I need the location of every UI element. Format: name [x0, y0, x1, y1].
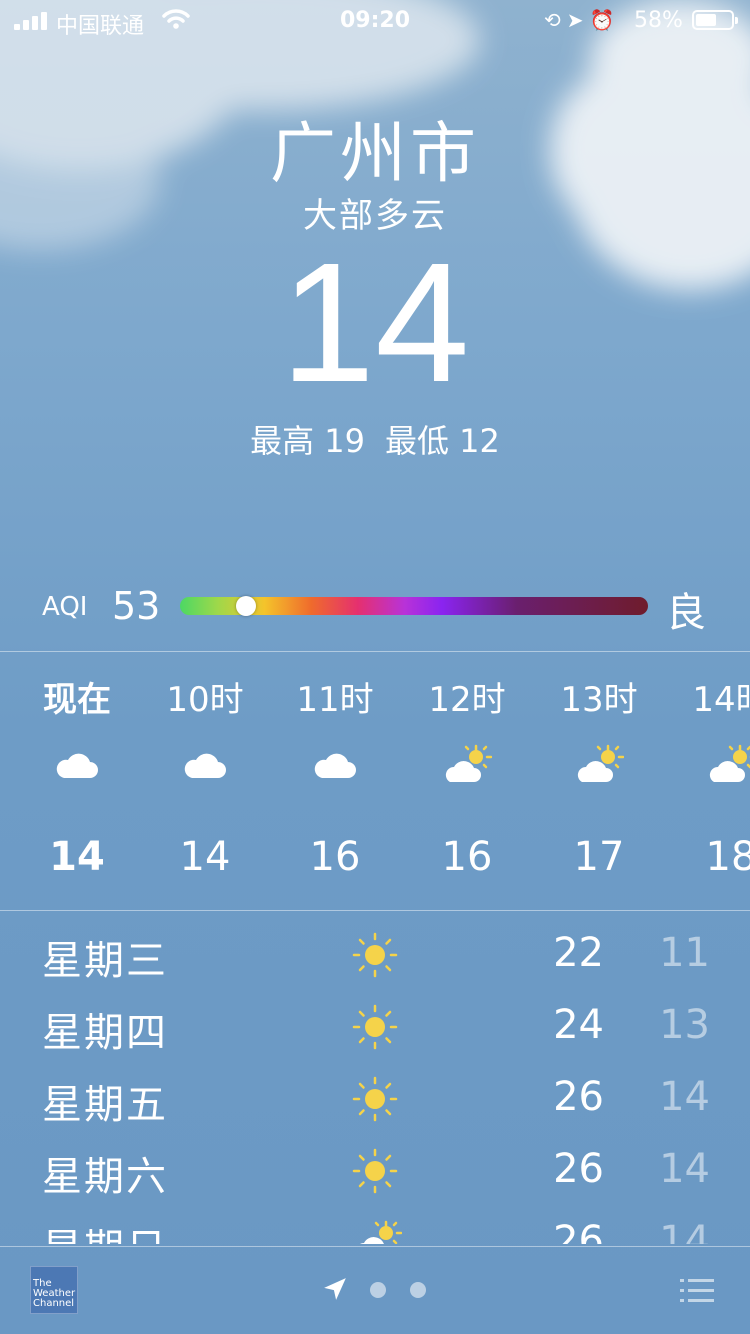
- daily-forecast[interactable]: 星期三 22 11 星期四 24 13 星期五 26 14 星期六 26 14 星期日 26 14: [0, 912, 750, 1244]
- current-location-icon[interactable]: [322, 1276, 348, 1302]
- daily-row: 星期日 26 14: [0, 1200, 750, 1244]
- hour-temperature: 18: [705, 834, 750, 880]
- footer-toolbar: The Weather Channel: [0, 1246, 750, 1334]
- cloud-icon: [310, 744, 360, 788]
- weather-channel-logo[interactable]: The Weather Channel: [30, 1266, 78, 1314]
- battery-percentage: 58%: [634, 8, 683, 33]
- day-high-temperature: 22: [553, 930, 604, 976]
- day-low-temperature: 14: [659, 1074, 710, 1120]
- partly-sunny-icon: [442, 744, 493, 788]
- sun-icon: [352, 1076, 398, 1122]
- partly-sunny-icon: [706, 744, 750, 788]
- day-name: 星期六: [42, 1154, 168, 1200]
- high-temperature: 最高 19: [250, 422, 365, 460]
- status-bar: 中国联通 09:20 ⟲➤⏰ 58%: [0, 0, 750, 42]
- low-temperature: 最低 12: [385, 422, 500, 460]
- high-low-temperatures: 最高 19 最低 12: [0, 416, 750, 462]
- hour-temperature: 14: [49, 834, 105, 880]
- cloud-icon: [180, 744, 230, 788]
- day-low-temperature: 14: [659, 1218, 710, 1244]
- day-high-temperature: 26: [553, 1218, 604, 1244]
- rotation-lock-icon: ⟲: [544, 8, 567, 32]
- daily-row: 星期四 24 13: [0, 984, 750, 1056]
- sun-icon: [352, 932, 398, 978]
- sun-icon: [352, 1004, 398, 1050]
- hour-label: 10时: [166, 680, 244, 720]
- hour-temperature: 14: [179, 834, 231, 880]
- day-name: 星期四: [42, 1010, 168, 1056]
- divider: [0, 910, 750, 911]
- aqi-grade: 良: [666, 590, 706, 636]
- alarm-icon: ⏰: [589, 8, 621, 32]
- day-name: 星期五: [42, 1082, 168, 1128]
- hour-temperature: 17: [573, 834, 625, 880]
- hour-temperature: 16: [441, 834, 493, 880]
- sun-icon: [352, 1148, 398, 1194]
- aqi-indicator: [235, 596, 256, 616]
- page-dot[interactable]: [370, 1282, 386, 1298]
- city-list-icon[interactable]: [680, 1278, 714, 1304]
- status-icons: ⟲➤⏰: [544, 8, 620, 32]
- hour-temperature: 16: [309, 834, 361, 880]
- hour-label: 13时: [560, 680, 638, 720]
- aqi-label: AQI: [42, 592, 88, 622]
- day-high-temperature: 26: [553, 1146, 604, 1192]
- day-low-temperature: 11: [659, 930, 710, 976]
- daily-row: 星期三 22 11: [0, 912, 750, 984]
- aqi-value: 53: [112, 584, 161, 628]
- day-high-temperature: 26: [553, 1074, 604, 1120]
- hour-label: 12时: [428, 680, 506, 720]
- day-low-temperature: 13: [659, 1002, 710, 1048]
- hour-label: 14时: [692, 680, 750, 720]
- day-name: 星期三: [42, 938, 168, 984]
- daily-row: 星期六 26 14: [0, 1128, 750, 1200]
- hourly-forecast[interactable]: 现在 14 10时 14 11时 16 12时 16 13时 17 14时 18: [0, 652, 750, 910]
- location-services-icon: ➤: [566, 8, 590, 32]
- current-temperature: 14: [280, 228, 470, 418]
- hour-label: 11时: [296, 680, 374, 720]
- aqi-scale-bar[interactable]: [180, 596, 648, 616]
- battery-icon: [692, 10, 738, 30]
- day-high-temperature: 24: [553, 1002, 604, 1048]
- daily-row: 星期五 26 14: [0, 1056, 750, 1128]
- partly-sunny-icon: [352, 1220, 403, 1244]
- page-dot[interactable]: [410, 1282, 426, 1298]
- city-name: 广州市: [270, 115, 480, 192]
- partly-sunny-icon: [574, 744, 625, 788]
- day-low-temperature: 14: [659, 1146, 710, 1192]
- hour-label: 现在: [43, 680, 111, 720]
- cloud-icon: [52, 744, 102, 788]
- day-name: 星期日: [42, 1216, 168, 1244]
